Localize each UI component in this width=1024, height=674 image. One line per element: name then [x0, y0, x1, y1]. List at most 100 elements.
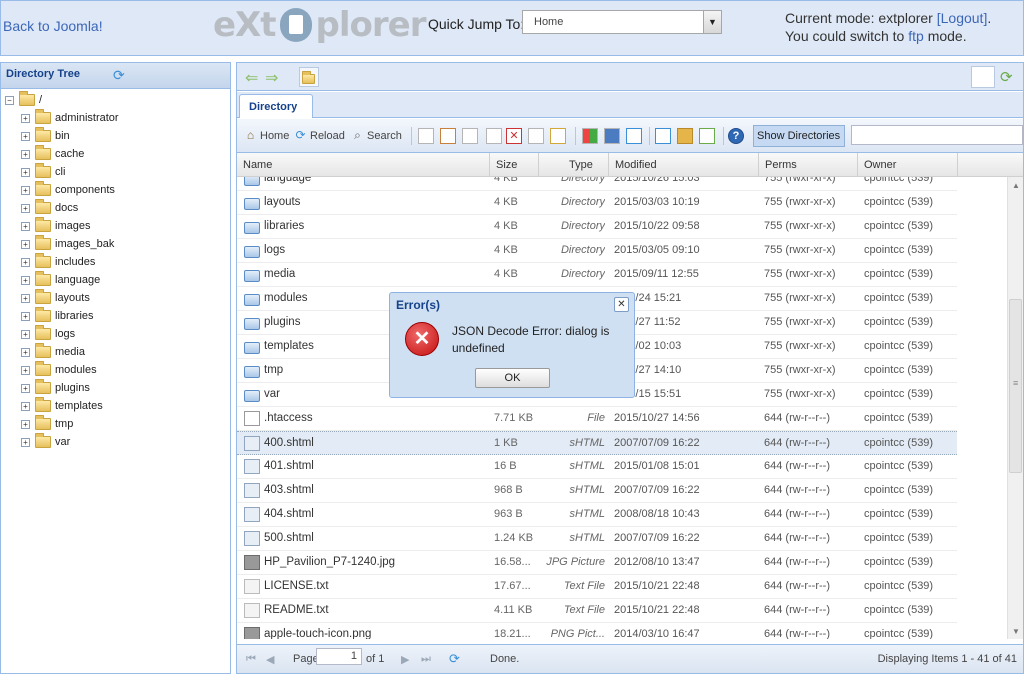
expand-icon[interactable]: + [21, 293, 30, 303]
archive-view-icon[interactable] [604, 128, 620, 144]
expand-icon[interactable]: + [21, 275, 30, 285]
tree-item[interactable]: + administrator [21, 109, 119, 127]
new-file-icon[interactable] [418, 128, 434, 144]
table-row[interactable]: README.txt 4.11 KB Text File 2015/10/21 22:… [237, 599, 957, 623]
tree-item[interactable]: + bin [21, 127, 119, 145]
archive-icon[interactable] [677, 128, 693, 144]
expand-icon[interactable]: + [21, 113, 30, 123]
column-size[interactable]: Size [490, 153, 539, 177]
rename-icon[interactable] [550, 128, 566, 144]
page-number-input[interactable]: 1 [316, 648, 362, 665]
tree-item[interactable]: + libraries [21, 307, 119, 325]
tree-item[interactable]: + components [21, 181, 119, 199]
nav-blank-button[interactable] [971, 66, 995, 88]
filter-input[interactable] [851, 125, 1023, 145]
extract-icon[interactable] [699, 128, 715, 144]
expand-icon[interactable]: + [21, 383, 30, 393]
back-to-joomla-link[interactable]: Back to Joomla! [3, 18, 103, 34]
paste-icon[interactable] [486, 128, 502, 144]
table-row[interactable]: media 4 KB Directory 2015/09/11 12:55 755 (r… [237, 263, 957, 287]
column-name[interactable]: Name [237, 153, 490, 177]
column-modified[interactable]: Modified [609, 153, 759, 177]
tree-root[interactable]: − / [5, 91, 119, 109]
ok-button[interactable]: OK [475, 368, 550, 388]
home-button[interactable]: ⌂ Home [243, 128, 289, 143]
expand-icon[interactable]: + [21, 203, 30, 213]
expand-icon[interactable]: + [21, 149, 30, 159]
expand-icon[interactable]: + [21, 311, 30, 321]
tree-item[interactable]: + docs [21, 199, 119, 217]
expand-icon[interactable]: + [21, 437, 30, 447]
column-type[interactable]: Type [539, 153, 609, 177]
table-row[interactable]: layouts 4 KB Directory 2015/03/03 10:19 755 … [237, 191, 957, 215]
back-arrow-icon[interactable]: ⇐ [245, 68, 258, 88]
tree-item[interactable]: + var [21, 433, 119, 451]
table-row[interactable]: LICENSE.txt 17.67... Text File 2015/10/21 2… [237, 575, 957, 599]
table-row[interactable]: 400.shtml 1 KB sHTML 2007/07/09 16:22 644 (r… [237, 431, 957, 455]
table-row[interactable]: logs 4 KB Directory 2015/03/05 09:10 755 (rw… [237, 239, 957, 263]
delete-icon[interactable]: ✕ [506, 128, 522, 144]
expand-icon[interactable]: + [21, 131, 30, 141]
table-row[interactable]: 404.shtml 963 B sHTML 2008/08/18 10:43 644 (… [237, 503, 957, 527]
expand-icon[interactable]: + [21, 365, 30, 375]
upload-icon[interactable] [655, 128, 671, 144]
expand-icon[interactable]: + [21, 257, 30, 267]
expand-icon[interactable]: + [21, 419, 30, 429]
expand-icon[interactable]: + [21, 401, 30, 411]
quick-jump-select[interactable]: Home ▼ [522, 10, 722, 34]
tree-item[interactable]: + logs [21, 325, 119, 343]
close-icon[interactable]: ✕ [614, 297, 629, 312]
show-directories-toggle[interactable]: Show Directories [753, 125, 845, 147]
tab-directory[interactable]: Directory [239, 94, 313, 118]
table-row[interactable]: language 4 KB Directory 2015/10/26 15:03 755… [237, 177, 957, 191]
copy-icon[interactable] [462, 128, 478, 144]
next-page-icon[interactable]: ▶ [401, 653, 409, 666]
tree-item[interactable]: + language [21, 271, 119, 289]
refresh-icon[interactable]: ⟳ [1000, 68, 1013, 86]
forward-arrow-icon[interactable]: ⇒ [265, 68, 278, 88]
table-row[interactable]: HP_Pavilion_P7-1240.jpg 16.58... JPG Pictu… [237, 551, 957, 575]
expand-icon[interactable]: + [21, 167, 30, 177]
first-page-icon[interactable]: ⏮ [246, 653, 256, 666]
ftp-mode-link[interactable]: ftp [908, 28, 924, 44]
table-row[interactable]: apple-touch-icon.png 18.21... PNG Pict... 2… [237, 623, 957, 639]
tree-item[interactable]: + cache [21, 145, 119, 163]
chevron-down-icon[interactable]: ▼ [703, 11, 721, 33]
download-icon[interactable] [626, 128, 642, 144]
tree-item[interactable]: + modules [21, 361, 119, 379]
table-row[interactable]: .htaccess 7.71 KB File 2015/10/27 14:56 644 … [237, 407, 957, 431]
move-icon[interactable] [528, 128, 544, 144]
tree-item[interactable]: + includes [21, 253, 119, 271]
view-icon[interactable] [582, 128, 598, 144]
table-row[interactable]: 401.shtml 16 B sHTML 2015/01/08 15:01 644 (r… [237, 455, 957, 479]
tree-item[interactable]: + tmp [21, 415, 119, 433]
scroll-down-icon[interactable]: ▼ [1012, 627, 1020, 636]
tree-item[interactable]: + templates [21, 397, 119, 415]
last-page-icon[interactable]: ⏭ [421, 653, 431, 666]
expand-icon[interactable]: + [21, 329, 30, 339]
column-owner[interactable]: Owner [858, 153, 958, 177]
table-row[interactable]: 403.shtml 968 B sHTML 2007/07/09 16:22 644 (… [237, 479, 957, 503]
reload-button[interactable]: ⟳ Reload [293, 128, 344, 143]
scroll-up-icon[interactable]: ▲ [1012, 181, 1020, 190]
tree-item[interactable]: + plugins [21, 379, 119, 397]
parent-folder-button[interactable] [299, 67, 319, 87]
scroll-thumb[interactable] [1009, 299, 1022, 473]
refresh-page-icon[interactable]: ⟳ [449, 651, 460, 667]
table-row[interactable]: libraries 4 KB Directory 2015/10/22 09:58 75… [237, 215, 957, 239]
prev-page-icon[interactable]: ◀ [266, 653, 274, 666]
grid-scrollbar[interactable]: ▲ ▼ [1007, 177, 1023, 639]
help-icon[interactable]: ? [728, 128, 744, 144]
tree-item[interactable]: + media [21, 343, 119, 361]
logout-link[interactable]: [Logout] [937, 10, 988, 26]
tree-item[interactable]: + images_bak [21, 235, 119, 253]
edit-icon[interactable] [440, 128, 456, 144]
tree-item[interactable]: + layouts [21, 289, 119, 307]
collapse-icon[interactable]: − [5, 95, 14, 105]
expand-icon[interactable]: + [21, 185, 30, 195]
refresh-tree-icon[interactable]: ⟳ [113, 68, 128, 83]
column-perms[interactable]: Perms [759, 153, 858, 177]
expand-icon[interactable]: + [21, 221, 30, 231]
tree-item[interactable]: + cli [21, 163, 119, 181]
expand-icon[interactable]: + [21, 239, 30, 249]
